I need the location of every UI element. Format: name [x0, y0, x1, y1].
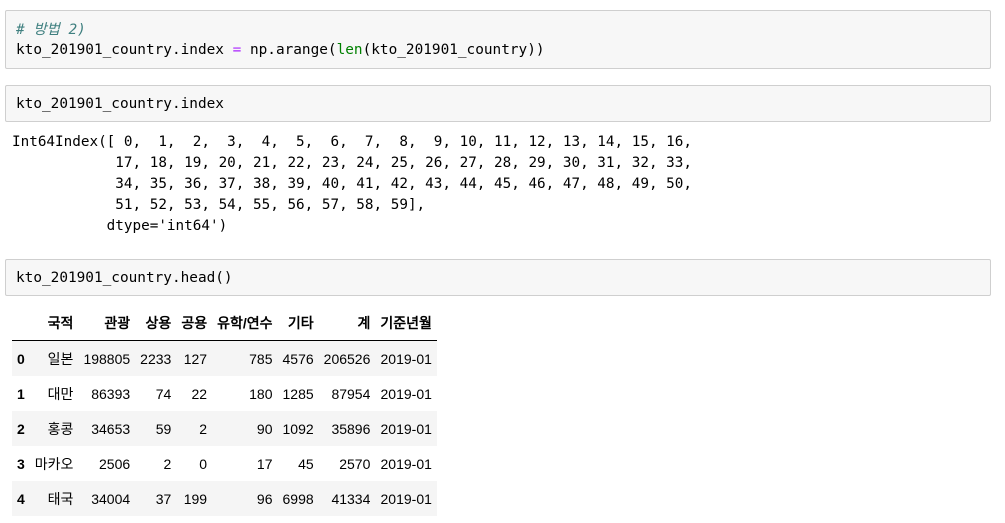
table-cell: 59 — [155, 420, 172, 437]
code-editor[interactable]: kto_201901_country.head() — [16, 268, 233, 288]
column-header: 관광 — [78, 305, 136, 341]
table-cell: 74 — [155, 385, 172, 402]
table-cell: 2019-01 — [380, 385, 432, 402]
code-cell-arange[interactable]: # 방법 2) kto_201901_country.index = np.ar… — [5, 10, 991, 69]
code-editor[interactable]: kto_201901_country.index — [16, 94, 224, 114]
table-cell: 785 — [249, 350, 273, 367]
table-cell: 1092 — [282, 420, 314, 437]
table-cell: 2019-01 — [380, 420, 432, 437]
table-cell: 태국 — [47, 490, 74, 507]
code-editor[interactable]: # 방법 2) kto_201901_country.index = np.ar… — [16, 20, 545, 60]
table-header-row: 국적 관광 상용 공용 유학/연수 기타 계 기준년월 — [12, 305, 437, 341]
column-header: 기준년월 — [375, 305, 437, 341]
table-cell: 198805 — [83, 350, 131, 367]
table-cell: 199 — [183, 490, 208, 507]
table-cell: 86393 — [91, 385, 131, 402]
column-header: 상용 — [135, 305, 177, 341]
table-row: 1 대만 86393 74 22 180 1285 87954 2019-01 — [12, 376, 437, 411]
table-cell: 2019-01 — [380, 350, 432, 367]
table-cell: 0 — [199, 455, 208, 472]
code-var: kto_201901_country.index — [16, 42, 224, 58]
column-header: 계 — [318, 305, 376, 341]
column-header: 공용 — [176, 305, 213, 341]
table-cell: 206526 — [323, 350, 371, 367]
table-cell: 41334 — [331, 490, 371, 507]
code-cell-index[interactable]: kto_201901_country.index — [5, 85, 991, 122]
table-row: 2 홍콩 34653 59 2 90 1092 35896 2019-01 — [12, 411, 437, 446]
table-cell: 2019-01 — [380, 455, 432, 472]
table-cell: 마카오 — [34, 455, 74, 472]
table-cell: 2506 — [99, 455, 131, 472]
table-cell: 2233 — [140, 350, 172, 367]
table-cell: 1285 — [282, 385, 314, 402]
row-index: 3 — [17, 455, 25, 472]
table-row: 0 일본 198805 2233 127 785 4576 206526 2019-01 — [12, 340, 437, 376]
code-operator: = — [232, 42, 242, 58]
table-cell: 2 — [163, 455, 172, 472]
table-cell: 22 — [191, 385, 208, 402]
table-cell: 127 — [183, 350, 208, 367]
table-cell: 180 — [249, 385, 273, 402]
table-row: 3 마카오 2506 2 0 17 45 2570 2019-01 — [12, 446, 437, 481]
table-cell: 일본 — [47, 350, 74, 367]
row-index: 2 — [17, 420, 25, 437]
table-cell: 35896 — [331, 420, 371, 437]
table-cell: 96 — [256, 490, 273, 507]
table-cell: 6998 — [282, 490, 314, 507]
table-cell: 2 — [199, 420, 208, 437]
output-int64index: Int64Index([ 0, 1, 2, 3, 4, 5, 6, 7, 8, … — [12, 134, 692, 234]
index-header — [12, 305, 30, 341]
code-call-args: (kto_201901_country)) — [362, 42, 545, 58]
dataframe-table: 국적 관광 상용 공용 유학/연수 기타 계 기준년월 0 일본 198805 223… — [12, 305, 437, 516]
table-cell: 37 — [155, 490, 172, 507]
table-cell: 대만 — [47, 385, 74, 402]
row-index: 1 — [17, 385, 25, 402]
table-cell: 87954 — [331, 385, 371, 402]
table-cell: 34653 — [91, 420, 131, 437]
column-header: 국적 — [29, 305, 79, 341]
table-cell: 2019-01 — [380, 490, 432, 507]
row-index: 4 — [17, 490, 25, 507]
column-header: 유학/연수 — [212, 305, 278, 341]
code-call: np.arange( — [249, 42, 337, 58]
table-row: 4 태국 34004 37 199 96 6998 41334 2019-01 — [12, 481, 437, 516]
table-cell: 2570 — [339, 455, 371, 472]
code-builtin-len: len — [336, 42, 363, 58]
table-cell: 34004 — [91, 490, 131, 507]
table-cell: 홍콩 — [47, 420, 74, 437]
code-cell-head[interactable]: kto_201901_country.head() — [5, 259, 991, 296]
table-cell: 4576 — [282, 350, 314, 367]
table-cell: 90 — [256, 420, 273, 437]
column-header: 기타 — [277, 305, 319, 341]
code-comment: # 방법 2) — [16, 22, 86, 38]
row-index: 0 — [17, 350, 25, 367]
table-cell: 45 — [298, 455, 314, 472]
table-cell: 17 — [256, 455, 273, 472]
